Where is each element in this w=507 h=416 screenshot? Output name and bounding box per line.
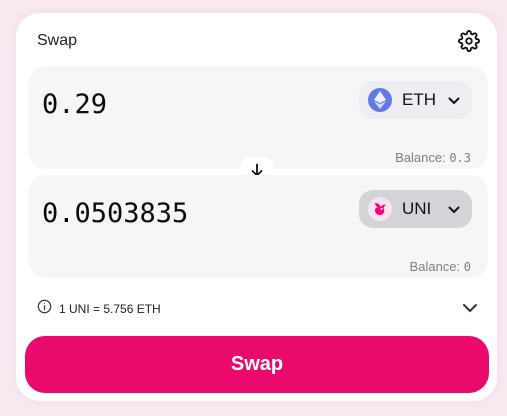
output-token-symbol: UNI <box>402 199 432 218</box>
exchange-rate-row[interactable]: 1 UNI = 5.756 ETH <box>37 299 478 319</box>
chevron-down-icon <box>448 90 460 110</box>
input-token-selector[interactable]: ETH <box>359 81 472 119</box>
swap-title: Swap <box>37 32 78 49</box>
info-icon <box>37 299 52 319</box>
output-balance-value: 0 <box>463 260 471 274</box>
input-balance-value: 0.3 <box>449 151 471 165</box>
swap-button[interactable]: Swap <box>25 336 489 393</box>
chevron-down-icon <box>448 199 460 219</box>
input-panel: ETH Balance: 0.3 <box>28 66 488 169</box>
swap-header: Swap <box>37 30 481 52</box>
input-amount-field[interactable] <box>42 84 342 124</box>
chevron-down-icon[interactable] <box>462 300 478 318</box>
uniswap-icon <box>368 197 392 221</box>
exchange-rate-text: 1 UNI = 5.756 ETH <box>59 302 161 316</box>
swap-card: Swap ETH Balance: 0.3 <box>16 13 497 401</box>
input-balance: Balance: 0.3 <box>395 150 471 165</box>
output-panel: UNI Balance: 0 <box>28 175 488 278</box>
output-amount-field[interactable] <box>42 193 342 233</box>
output-balance: Balance: 0 <box>410 259 471 274</box>
input-balance-label: Balance: <box>395 150 446 165</box>
input-token-symbol: ETH <box>402 90 436 109</box>
output-balance-label: Balance: <box>409 259 461 274</box>
output-token-selector[interactable]: UNI <box>359 190 472 228</box>
ethereum-icon <box>368 88 392 112</box>
gear-icon[interactable] <box>457 29 481 53</box>
